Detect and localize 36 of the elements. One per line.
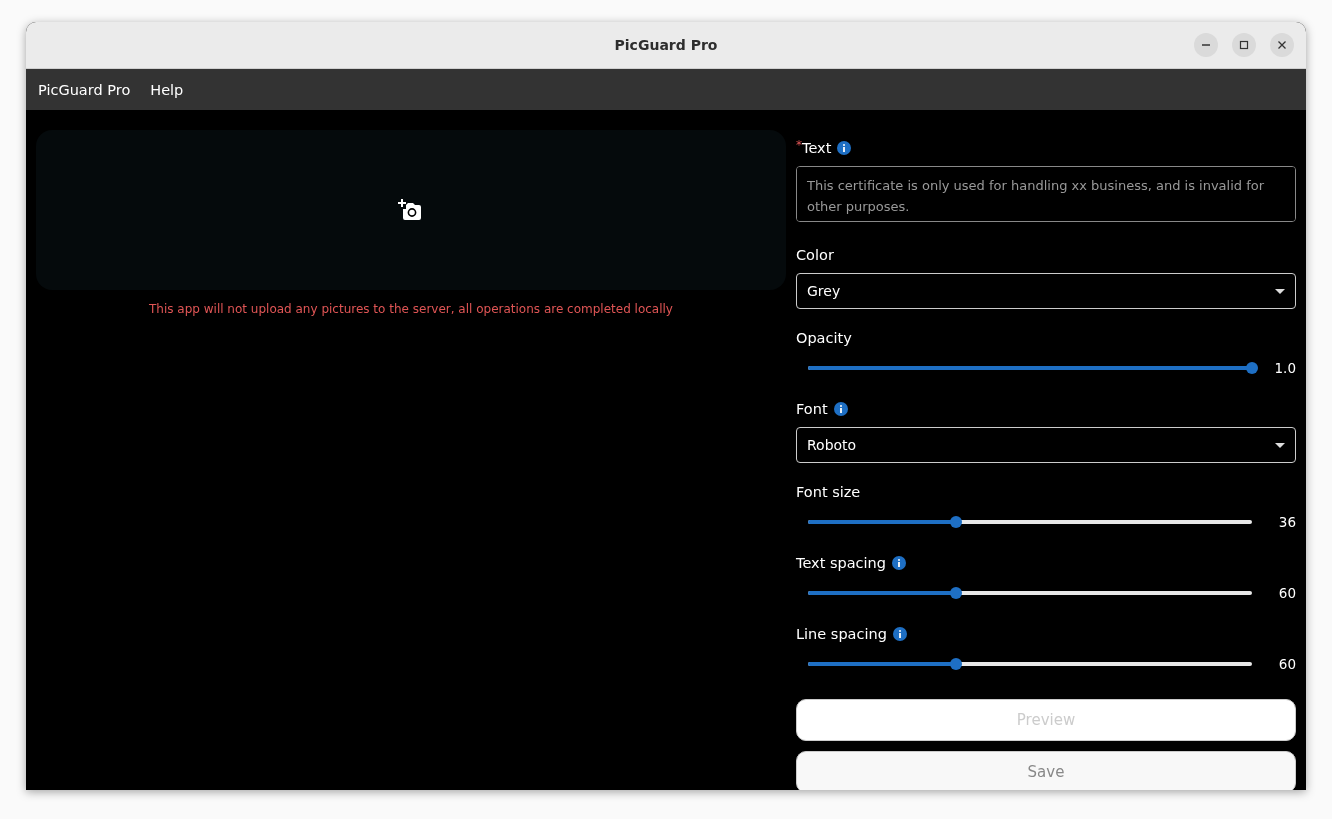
close-button[interactable] [1270, 33, 1294, 57]
field-label: Font [796, 401, 828, 417]
add-photo-icon [398, 199, 422, 221]
dropdown[interactable]: Grey [796, 273, 1296, 309]
dropdown[interactable]: Roboto [796, 427, 1296, 463]
privacy-notice: This app will not upload any pictures to the server, all operations are completed locally [148, 302, 674, 316]
maximize-icon [1239, 40, 1249, 50]
minimize-button[interactable] [1194, 33, 1218, 57]
minimize-icon [1202, 44, 1210, 46]
maximize-button[interactable] [1232, 33, 1256, 57]
text-input-field[interactable]: This certificate is only used for handling xx business, and is invalid for other purposes. [796, 166, 1296, 222]
slider-thumb[interactable] [949, 516, 962, 528]
menu-item[interactable]: PicGuard Pro [38, 81, 131, 98]
field-label: Text spacing [796, 555, 886, 571]
menu-item[interactable]: Help [150, 81, 184, 98]
field-label: Color [796, 247, 834, 263]
caret-icon [1275, 288, 1285, 294]
field-label: Font size [796, 484, 861, 500]
slider-value: 1.0 [1273, 360, 1296, 376]
field-label: Opacity [796, 330, 852, 346]
slider-value: 60 [1277, 585, 1296, 601]
field-label: Line spacing [796, 626, 887, 642]
info-icon[interactable] [892, 556, 906, 570]
info-icon[interactable] [892, 627, 907, 641]
slider-thumb[interactable] [949, 587, 962, 599]
slider-thumb[interactable] [949, 658, 962, 670]
info-icon[interactable] [833, 402, 848, 416]
window-title: PicGuard Pro [614, 37, 718, 53]
slider-thumb[interactable] [1246, 362, 1258, 374]
caret-icon [1275, 442, 1285, 448]
field-label: Text [802, 140, 832, 156]
close-icon [1277, 40, 1287, 50]
info-icon[interactable] [837, 141, 852, 155]
slider-value: 36 [1277, 514, 1296, 530]
required-mark: * [796, 138, 802, 152]
slider-value: 60 [1277, 656, 1296, 672]
